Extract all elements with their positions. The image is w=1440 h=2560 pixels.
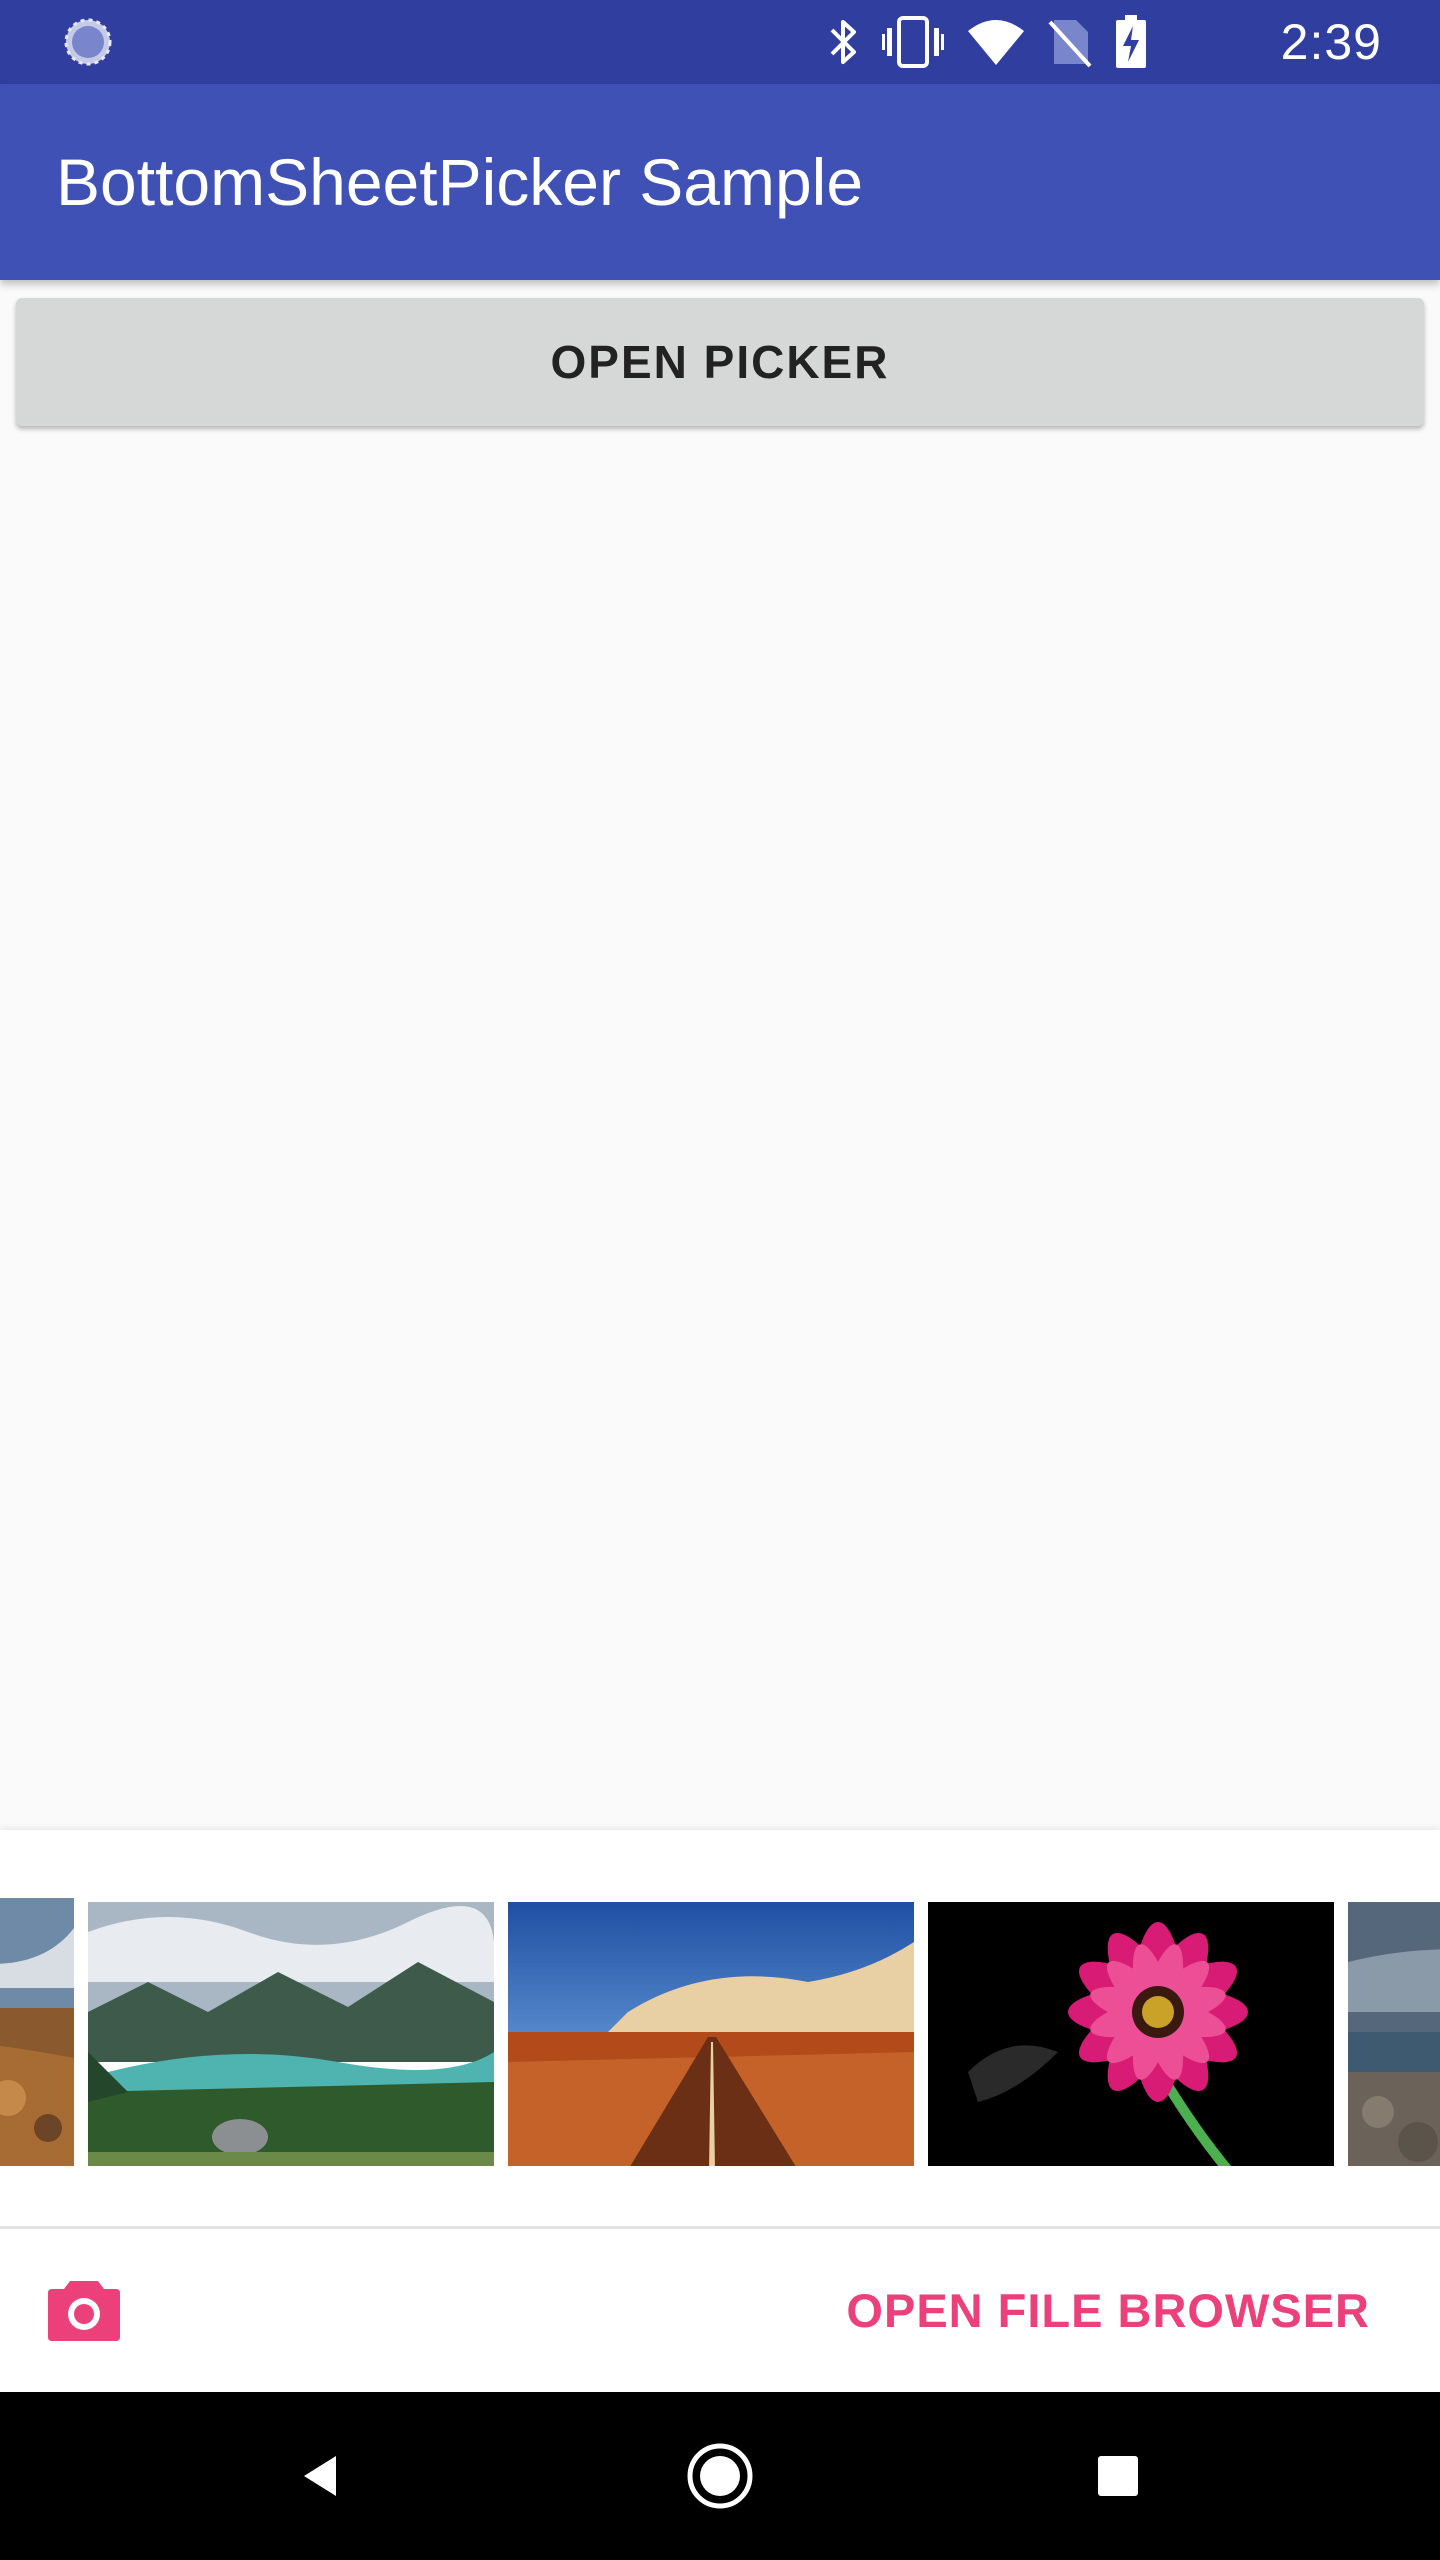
bluetooth-icon (830, 20, 856, 64)
sheet-footer: OPEN FILE BROWSER (0, 2229, 1440, 2392)
battery-charging-icon (1116, 15, 1146, 68)
home-icon[interactable] (684, 2440, 756, 2512)
status-bar: 2:39 (0, 0, 1440, 84)
navigation-bar (0, 2392, 1440, 2560)
status-icons (826, 14, 1148, 70)
recents-icon[interactable] (1082, 2440, 1154, 2512)
image-strip[interactable] (0, 1886, 1440, 2166)
camera-icon[interactable] (46, 2271, 122, 2347)
app-bar: BottomSheetPicker Sample (0, 84, 1440, 280)
vibrate-icon (882, 16, 944, 68)
sync-icon (64, 18, 112, 66)
pink-flower-thumbnail[interactable] (928, 1902, 1334, 2166)
bottom-sheet-picker: OPEN FILE BROWSER (0, 1830, 1440, 2392)
partial-beach-thumbnail[interactable] (1348, 1902, 1440, 2166)
partial-landscape-thumbnail[interactable] (0, 1898, 74, 2166)
open-picker-button[interactable]: OPEN PICKER (16, 298, 1424, 426)
status-clock: 2:39 (1280, 14, 1382, 70)
back-icon[interactable] (286, 2440, 358, 2512)
mountain-lake-thumbnail[interactable] (88, 1902, 494, 2166)
desert-road-thumbnail[interactable] (508, 1902, 914, 2166)
open-file-browser-button[interactable]: OPEN FILE BROWSER (846, 2229, 1370, 2392)
app-title: BottomSheetPicker Sample (56, 145, 864, 219)
wifi-icon (968, 20, 1024, 65)
no-sim-icon (1048, 20, 1092, 68)
